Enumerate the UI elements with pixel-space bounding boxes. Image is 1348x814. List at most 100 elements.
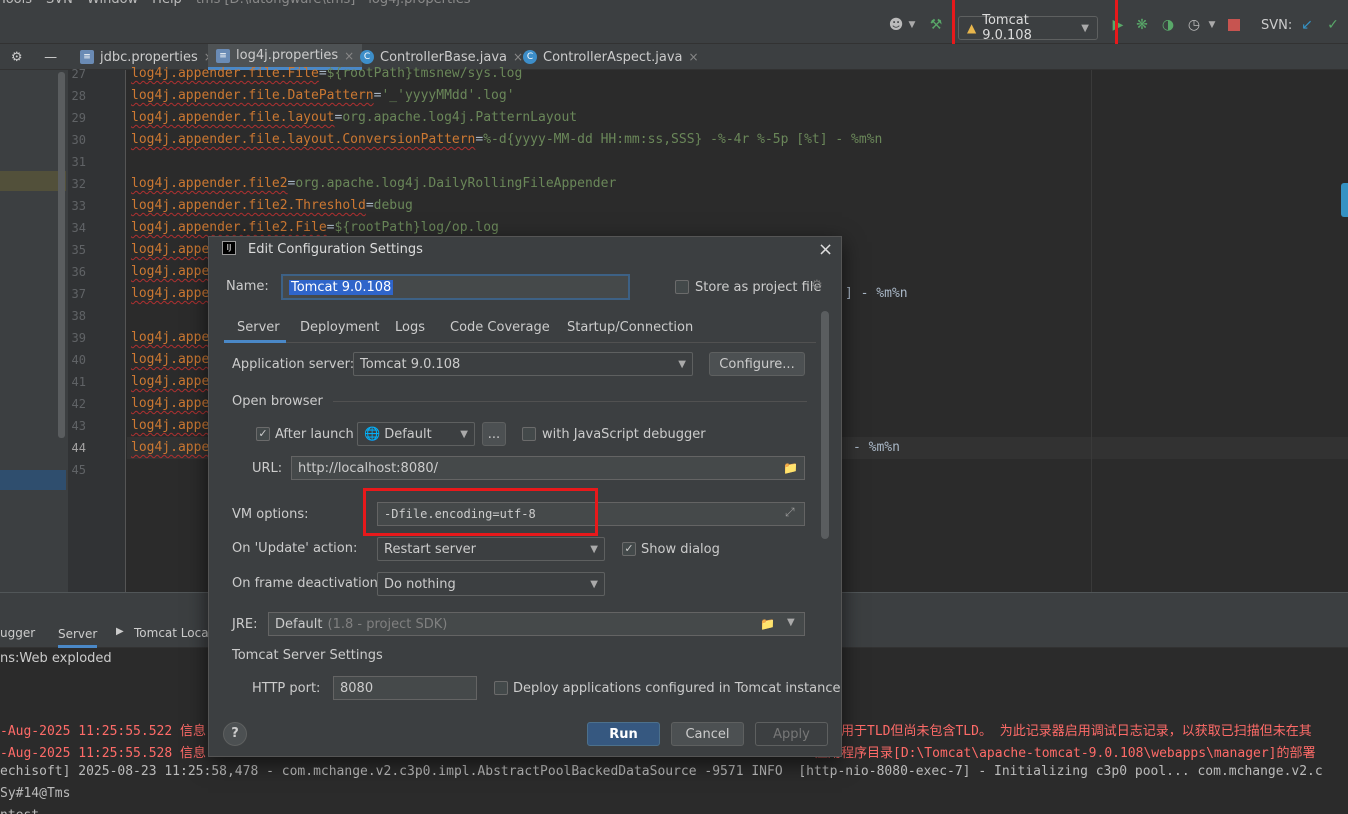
side-tool-tab[interactable] (1341, 183, 1348, 217)
browse-button[interactable]: ... (482, 422, 506, 446)
svn-update-icon[interactable]: ↙ (1299, 17, 1315, 33)
line-number: 41 (71, 375, 86, 389)
line-number: 31 (71, 155, 86, 169)
gear-icon[interactable]: ⚙ (11, 50, 23, 65)
apply-button[interactable]: Apply (755, 722, 828, 746)
close-icon[interactable]: × (688, 50, 698, 64)
svn-commit-icon[interactable]: ✓ (1325, 17, 1341, 33)
tab-deployment[interactable]: Deployment (300, 315, 380, 343)
tab-label: ControllerBase.java (380, 49, 507, 65)
coverage-icon[interactable]: ◑ (1160, 17, 1176, 33)
tab-code-coverage[interactable]: Code Coverage (450, 315, 550, 343)
edit-configuration-dialog: IJ Edit Configuration Settings × Name: T… (208, 236, 842, 757)
jre-select[interactable]: Default (1.8 - project SDK) (268, 612, 805, 636)
line-number: 43 (71, 419, 86, 433)
code-line: log4j.appender.file.layout.ConversionPat… (131, 132, 883, 147)
browser-value: Default (384, 426, 432, 442)
java-class-icon: C (523, 50, 537, 64)
expand-icon[interactable]: ⤢ (785, 505, 795, 520)
menu-window[interactable]: Window (87, 0, 138, 8)
update-action-label: On 'Update' action: (232, 541, 358, 556)
window-title: tms [D:\lutongware\tms] - log4j.properti… (196, 0, 471, 8)
menu-tools[interactable]: Tools (0, 0, 32, 8)
url-label: URL: (252, 461, 283, 476)
svn-label: SVN: (1261, 18, 1293, 33)
vm-options-label: VM options: (232, 507, 309, 522)
menu-svn[interactable]: SVN (46, 0, 73, 8)
dialog-scrollbar[interactable] (821, 311, 829, 539)
configure-button[interactable]: Configure... (709, 352, 805, 376)
gear-icon[interactable]: ⚙ (811, 278, 823, 293)
dialog-title-bar: IJ Edit Configuration Settings × (209, 237, 841, 263)
tomcat-icon: ▲ (967, 21, 977, 35)
profile-icon[interactable]: ◷ (1186, 17, 1202, 33)
tab-startup-connection[interactable]: Startup/Connection (567, 315, 693, 343)
tab-server[interactable]: Server (224, 315, 286, 343)
chevron-down-icon[interactable]: ▼ (1204, 17, 1220, 33)
after-launch-label: After launch (275, 427, 354, 442)
globe-icon: 🌐 (364, 426, 381, 442)
close-icon[interactable]: × (818, 239, 833, 260)
minimize-icon[interactable]: — (44, 50, 57, 65)
code-line: log4j.appe (131, 330, 210, 345)
console-line: -Aug-2025 11:25:55.528 信息 (0, 746, 207, 761)
run-icon[interactable]: ▶ (1110, 17, 1126, 33)
deployment-item[interactable]: ns:Web exploded (0, 651, 112, 666)
debug-bug-icon[interactable]: ❋ (1134, 17, 1150, 33)
tab-server[interactable]: Server (58, 620, 98, 648)
app-server-value: Tomcat 9.0.108 (360, 356, 461, 372)
browser-select[interactable]: 🌐 Default ▼ (357, 422, 475, 446)
code-line: log4j.appender.file2.File=${rootPath}log… (131, 220, 499, 235)
name-input[interactable]: Tomcat 9.0.108 (281, 274, 630, 300)
http-port-input[interactable]: 8080 (333, 676, 477, 700)
tab-debugger[interactable]: ugger (0, 626, 35, 640)
name-value: Tomcat 9.0.108 (289, 279, 394, 295)
code-line: log4j.appender.file.File=${rootPath}tmsn… (131, 66, 523, 81)
chevron-down-icon[interactable]: ▼ (904, 17, 920, 33)
update-action-value: Restart server (384, 541, 477, 557)
run-configuration-selector[interactable]: ▲ Tomcat 9.0.108 ▼ (958, 13, 1098, 43)
line-number: 38 (71, 309, 86, 323)
tab-logs[interactable]: Logs (395, 315, 425, 343)
tab-tomcat-localhost[interactable]: Tomcat Locall (134, 626, 215, 640)
code-line: log4j.appe (131, 264, 210, 279)
line-number: 35 (71, 243, 86, 257)
code-line: log4j.appender.file2.Threshold=debug (131, 198, 413, 213)
js-debugger-label: with JavaScript debugger (542, 427, 706, 442)
project-scrollbar[interactable] (58, 72, 65, 438)
tab-controller-aspect[interactable]: C ControllerAspect.java × (515, 44, 707, 70)
project-tree-panel[interactable] (0, 70, 68, 592)
deploy-apps-checkbox[interactable] (494, 681, 508, 695)
stop-icon[interactable] (1228, 19, 1240, 31)
line-number: 27 (71, 67, 86, 81)
console-icon: ▶ (116, 626, 124, 637)
after-launch-checkbox[interactable]: ✓ (256, 427, 270, 441)
folder-icon[interactable]: 📁 (783, 461, 798, 475)
vm-options-input[interactable]: -Dfile.encoding=utf-8 (377, 502, 805, 526)
run-button[interactable]: Run (587, 722, 660, 746)
build-hammer-icon[interactable]: ⚒ (928, 17, 944, 33)
menu-help[interactable]: Help (152, 0, 182, 8)
chevron-down-icon[interactable]: ▼ (787, 617, 795, 628)
cancel-button[interactable]: Cancel (671, 722, 744, 746)
user-icon[interactable]: ☻ (888, 17, 904, 33)
url-input[interactable]: http://localhost:8080/ (291, 456, 805, 480)
code-line: log4j.appe (131, 396, 210, 411)
folder-icon[interactable]: 📁 (760, 617, 775, 631)
code-overflow-text: ] - %m%n (845, 286, 908, 301)
show-dialog-label: Show dialog (641, 542, 720, 557)
vm-options-value: -Dfile.encoding=utf-8 (384, 507, 536, 521)
app-server-select[interactable]: Tomcat 9.0.108 ▼ (353, 352, 693, 376)
show-dialog-checkbox[interactable]: ✓ (622, 542, 636, 556)
line-number: 29 (71, 111, 86, 125)
line-number: 39 (71, 331, 86, 345)
chevron-down-icon: ▼ (678, 358, 686, 370)
js-debugger-checkbox[interactable] (522, 427, 536, 441)
help-button[interactable]: ? (223, 722, 247, 746)
properties-file-icon: ≡ (80, 50, 94, 64)
frame-deactivation-select[interactable]: Do nothing ▼ (377, 572, 605, 596)
store-project-file-checkbox[interactable] (675, 280, 689, 294)
intellij-logo-icon: IJ (222, 241, 236, 255)
update-action-select[interactable]: Restart server ▼ (377, 537, 605, 561)
chevron-down-icon: ▼ (590, 578, 598, 590)
